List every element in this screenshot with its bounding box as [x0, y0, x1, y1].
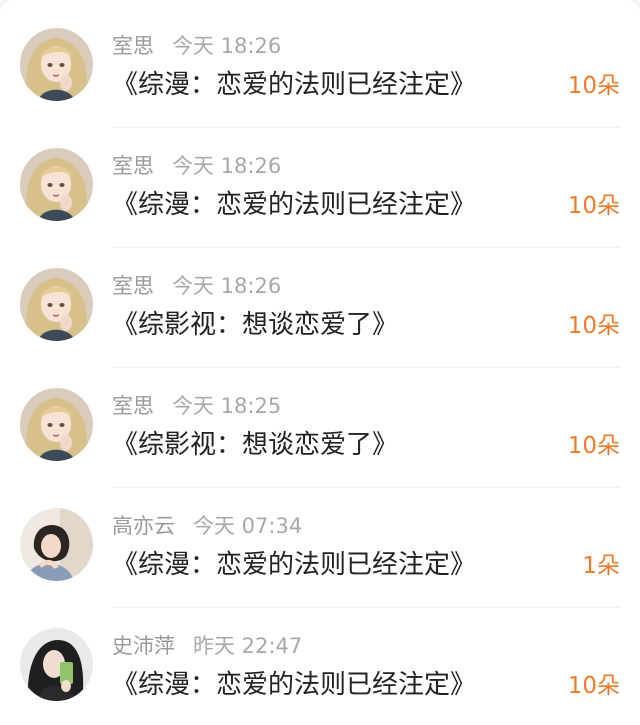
gift-amount: 10朵: [567, 313, 620, 339]
timestamp: 今天 07:34: [193, 514, 303, 538]
book-title[interactable]: 《综漫：恋爱的法则已经注定》: [112, 548, 476, 582]
timestamp: 今天 18:26: [172, 154, 282, 178]
avatar-anime-blonde-girl-icon[interactable]: [20, 28, 93, 101]
user-name[interactable]: 室思: [112, 274, 154, 298]
gift-amount: 10朵: [567, 73, 620, 99]
timestamp: 今天 18:26: [172, 274, 282, 298]
list-item[interactable]: 高亦云 今天 07:34 《综漫：恋爱的法则已经注定》 1朵: [0, 488, 640, 608]
list-item[interactable]: 室思 今天 18:26 《综漫：恋爱的法则已经注定》 10朵: [0, 8, 640, 128]
avatar-anime-blonde-girl-icon[interactable]: [20, 268, 93, 341]
user-meta: 史沛萍 昨天 22:47: [112, 632, 302, 660]
user-meta: 室思 今天 18:25: [112, 392, 281, 420]
book-title[interactable]: 《综漫：恋爱的法则已经注定》: [112, 668, 476, 702]
book-title[interactable]: 《综影视：想谈恋爱了》: [112, 308, 398, 342]
list-item[interactable]: 室思 今天 18:26 《综漫：恋爱的法则已经注定》 10朵: [0, 128, 640, 248]
list-item[interactable]: 室思 今天 18:25 《综影视：想谈恋爱了》 10朵: [0, 368, 640, 488]
book-title[interactable]: 《综漫：恋爱的法则已经注定》: [112, 68, 476, 102]
timestamp: 今天 18:26: [172, 34, 282, 58]
book-title[interactable]: 《综影视：想谈恋爱了》: [112, 428, 398, 462]
timestamp: 昨天 22:47: [193, 634, 303, 658]
gift-amount: 1朵: [582, 553, 620, 579]
user-name[interactable]: 史沛萍: [112, 634, 175, 658]
user-name[interactable]: 室思: [112, 154, 154, 178]
user-meta: 室思 今天 18:26: [112, 32, 281, 60]
avatar-anime-blonde-girl-icon[interactable]: [20, 388, 93, 461]
book-title[interactable]: 《综漫：恋爱的法则已经注定》: [112, 188, 476, 222]
avatar-girl-selfie-icon[interactable]: [20, 628, 93, 701]
gift-record-list: 室思 今天 18:26 《综漫：恋爱的法则已经注定》 10朵 室思 今天 18:26 《综…: [0, 8, 640, 725]
gift-amount: 10朵: [567, 193, 620, 219]
user-name[interactable]: 高亦云: [112, 514, 175, 538]
timestamp: 今天 18:25: [172, 394, 282, 418]
list-item[interactable]: 史沛萍 昨天 22:47 《综漫：恋爱的法则已经注定》 10朵: [0, 608, 640, 725]
user-meta: 室思 今天 18:26: [112, 272, 281, 300]
gift-amount: 10朵: [567, 433, 620, 459]
user-name[interactable]: 室思: [112, 394, 154, 418]
user-meta: 室思 今天 18:26: [112, 152, 281, 180]
avatar-anime-blonde-girl-icon[interactable]: [20, 148, 93, 221]
user-meta: 高亦云 今天 07:34: [112, 512, 302, 540]
avatar-girl-photo-icon[interactable]: [20, 508, 93, 581]
user-name[interactable]: 室思: [112, 34, 154, 58]
gift-record-panel: 室思 今天 18:26 《综漫：恋爱的法则已经注定》 10朵 室思 今天 18:26 《综…: [0, 0, 640, 725]
gift-amount: 10朵: [567, 673, 620, 699]
list-item[interactable]: 室思 今天 18:26 《综影视：想谈恋爱了》 10朵: [0, 248, 640, 368]
